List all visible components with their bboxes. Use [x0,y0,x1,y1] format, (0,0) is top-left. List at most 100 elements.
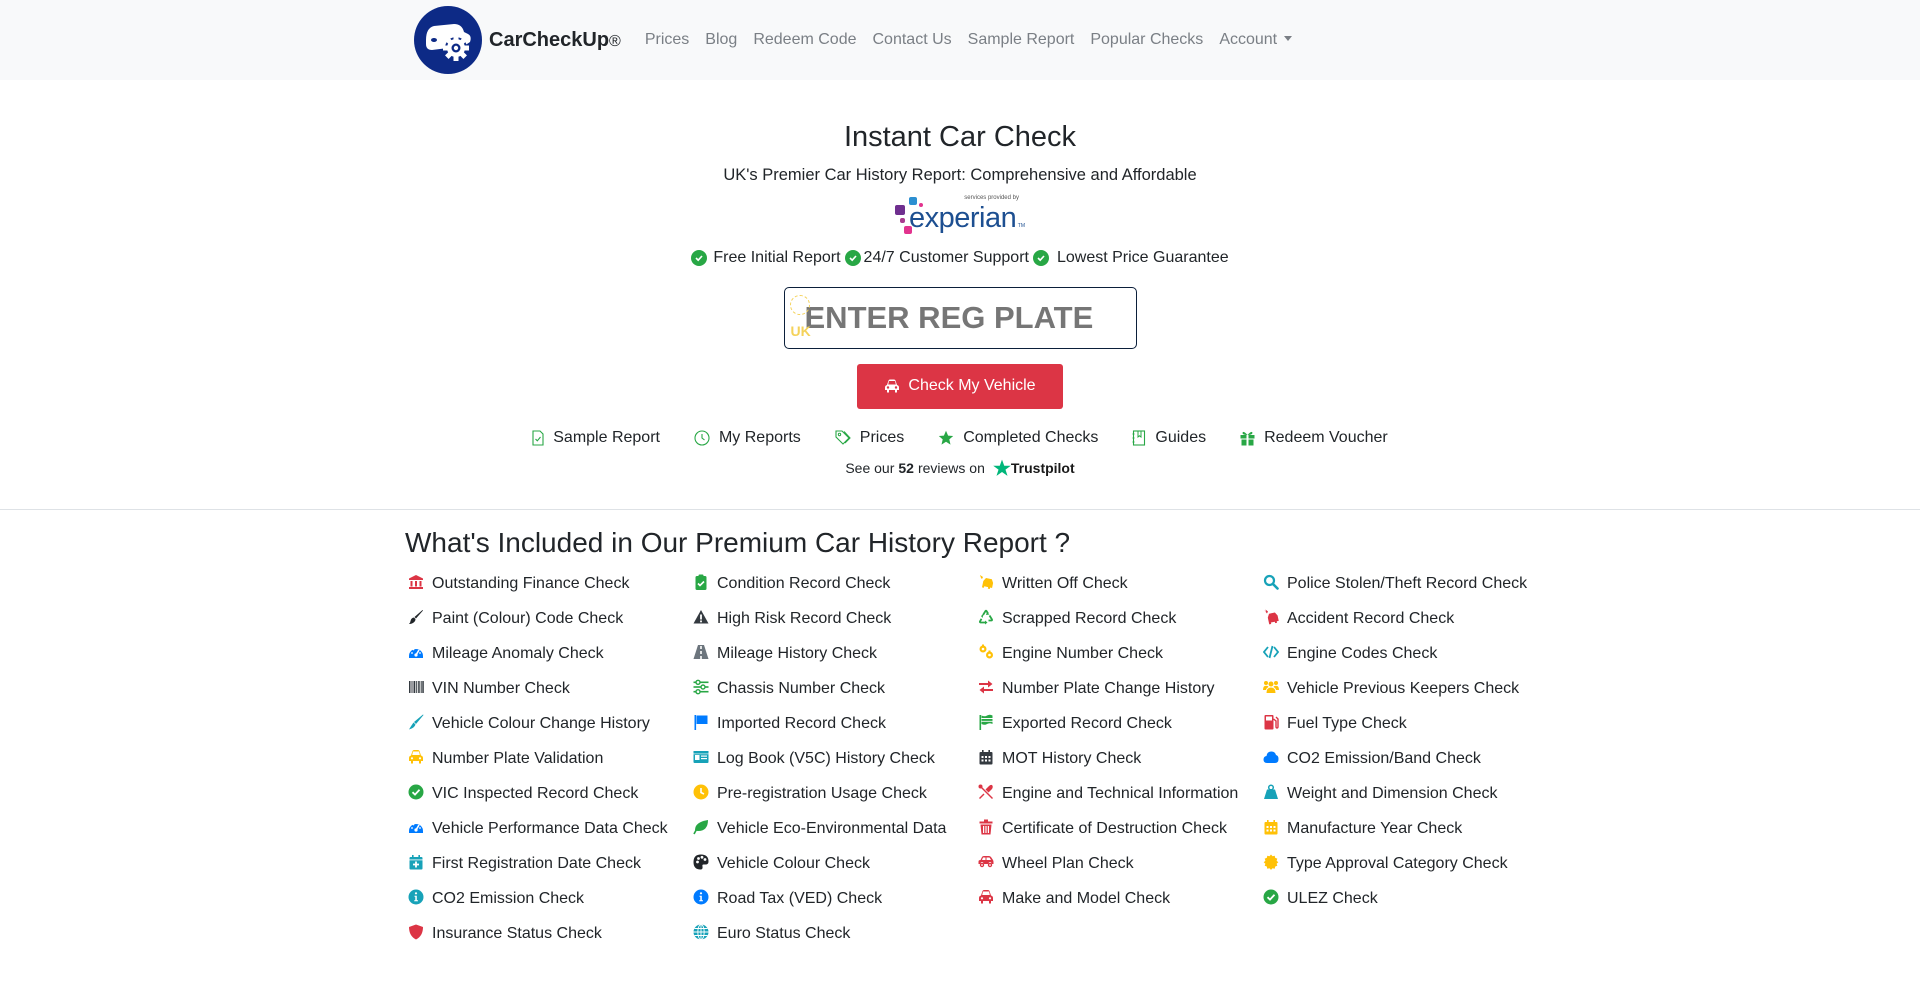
included-item-label: Chassis Number Check [717,679,886,697]
check-circle-icon [691,249,708,266]
gauge-icon [409,646,423,658]
included-item: Number Plate Validation [405,745,690,780]
recycle-icon [978,609,993,625]
warning-icon [693,609,709,624]
car-side-icon [978,855,994,867]
quick-link-redeem-voucher[interactable]: Redeem Voucher [1240,429,1388,447]
brand-link[interactable]: CarCheckUp® [414,6,621,74]
included-item: VIC Inspected Record Check [405,780,690,815]
barcode-icon [409,680,424,693]
plate-country-code: UK [790,322,811,339]
quick-link-prices[interactable]: Prices [835,429,904,447]
experian-tagline: services provided by [964,194,1019,201]
included-item: Written Off Check [975,570,1260,605]
account-label: Account [1219,31,1278,48]
nav-link-prices[interactable]: Prices [637,31,697,49]
experian-wordmark: experian [909,201,1017,234]
calendar-icon [979,749,993,765]
trash-icon [979,819,993,835]
included-item: MOT History Check [975,745,1260,780]
calendar-plus-icon [409,854,423,870]
shield-icon [409,924,423,940]
trust-suffix: reviews on [917,459,985,476]
experian-dot [900,217,905,223]
included-grid: Outstanding Finance Check Condition Recor… [405,570,1545,955]
included-item-label: Manufacture Year Check [1287,819,1463,837]
quick-link-label: Sample Report [553,428,660,446]
check-my-vehicle-button[interactable]: Check My Vehicle [857,363,1063,409]
included-item-label: Type Approval Category Check [1287,854,1508,872]
included-item-label: Written Off Check [1002,574,1128,592]
nav-account-dropdown[interactable]: Account [1211,31,1300,49]
included-item-label: Weight and Dimension Check [1287,784,1498,802]
included-item: Scrapped Record Check [975,605,1260,640]
hero-section: Instant Car Check UK's Premier Car Histo… [0,120,1920,477]
quick-link-sample-report[interactable]: Sample Report [532,429,660,447]
included-item: Condition Record Check [690,570,975,605]
included-item-label: MOT History Check [1002,749,1142,767]
tags-icon [835,430,851,445]
experian-logo: services provided by experian TM [895,193,1025,239]
id-card-icon [693,750,709,763]
included-item-label: Accident Record Check [1287,609,1455,627]
info-circle-icon [693,889,709,905]
included-item: VIN Number Check [405,675,690,710]
included-item-label: Vehicle Colour Change History [432,714,650,732]
included-item: ULEZ Check [1260,885,1545,920]
quick-link-guides[interactable]: Guides [1132,429,1206,447]
users-icon [1263,680,1279,693]
included-item: Manufacture Year Check [1260,815,1545,850]
file-check-icon [532,430,544,446]
quick-link-label: Guides [1155,428,1207,446]
code-icon [1263,645,1279,658]
included-item-label: Log Book (V5C) History Check [717,749,935,767]
navbar: CarCheckUp® Prices Blog Redeem Code Cont… [0,0,1920,80]
nav-link-contact-us[interactable]: Contact Us [865,31,960,49]
search-icon [1263,574,1279,590]
feature-label: 24/7 Customer Support [863,248,1029,266]
included-item-label: VIN Number Check [432,679,570,697]
included-item-label: Engine Number Check [1002,644,1163,662]
certificate-icon [1263,854,1279,870]
car-burst-icon [979,574,994,589]
flag-icon [694,714,708,730]
included-item-label: Scrapped Record Check [1002,609,1177,627]
included-item-label: Condition Record Check [717,574,891,592]
nav-link-sample-report[interactable]: Sample Report [960,31,1083,49]
included-item: Weight and Dimension Check [1260,780,1545,815]
included-item-label: Make and Model Check [1002,889,1171,907]
car-crash-icon [1264,609,1279,625]
included-item-label: Euro Status Check [717,924,851,942]
included-section: What's Included in Our Premium Car Histo… [405,526,1545,955]
trustpilot-reviews[interactable]: See our 52 reviews on Trustpilot [0,459,1920,477]
included-item: Make and Model Check [975,885,1260,920]
included-item: Vehicle Previous Keepers Check [1260,675,1545,710]
included-item-label: Engine Codes Check [1287,644,1438,662]
reg-plate-input[interactable] [784,287,1136,348]
trustpilot-logo: Trustpilot [993,459,1075,477]
nav-link-popular-checks[interactable]: Popular Checks [1082,31,1211,49]
registered-mark: ® [609,32,621,50]
navbar-inner: CarCheckUp® Prices Blog Redeem Code Cont… [414,0,1300,80]
included-item-label: Pre-registration Usage Check [717,784,927,802]
road-icon [693,644,709,659]
quick-link-my-reports[interactable]: My Reports [694,429,801,447]
included-item: Accident Record Check [1260,605,1545,640]
included-item-label: CO2 Emission Check [432,889,585,907]
gift-icon [1240,431,1255,446]
clock-icon [694,430,710,446]
nav-link-redeem-code[interactable]: Redeem Code [745,31,864,49]
nav-links: Prices Blog Redeem Code Contact Us Sampl… [637,31,1300,49]
included-item: Pre-registration Usage Check [690,780,975,815]
feature-label: Free Initial Report [713,248,841,266]
included-item: Road Tax (VED) Check [690,885,975,920]
nav-link-blog[interactable]: Blog [697,31,745,49]
quick-link-completed-checks[interactable]: Completed Checks [938,429,1098,447]
car-icon [885,379,900,393]
gas-pump-icon [1264,714,1279,730]
included-item: Vehicle Eco-Environmental Data [690,815,975,850]
car-icon [979,889,993,904]
leaf-icon [693,819,708,834]
section-divider [0,509,1920,510]
clipboard-check-icon [695,574,707,590]
